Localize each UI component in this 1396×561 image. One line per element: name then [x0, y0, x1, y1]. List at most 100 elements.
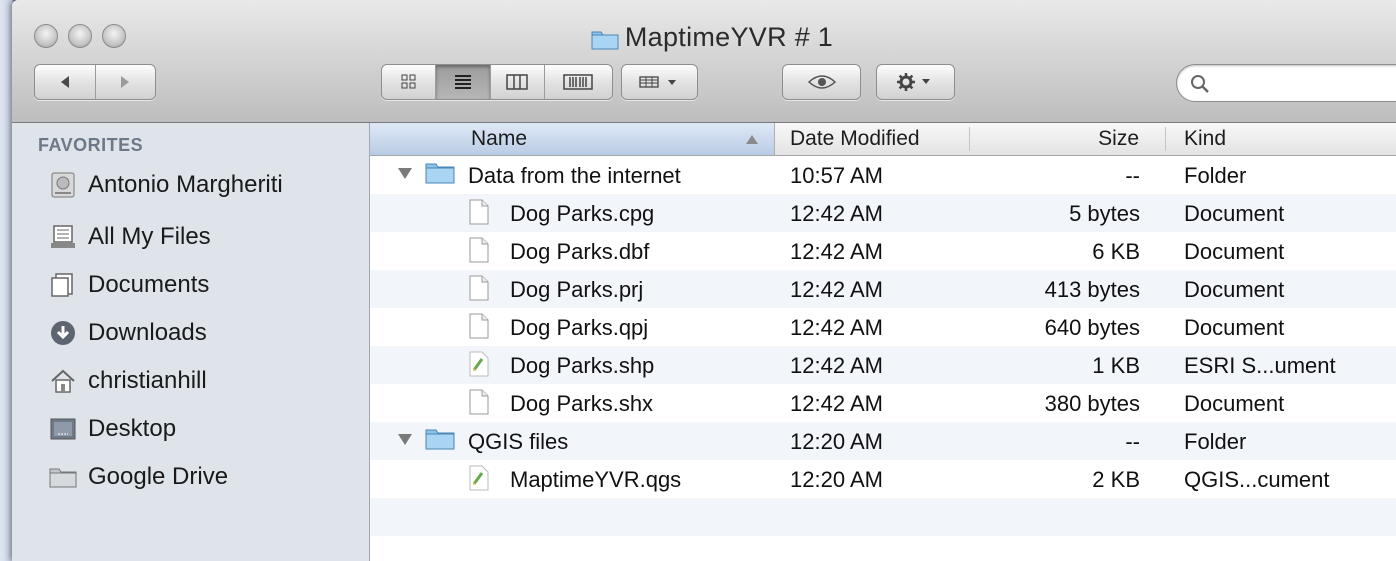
sidebar-item-desktop[interactable]: Desktop — [48, 409, 176, 449]
file-size: 2 KB — [1092, 467, 1140, 492]
file-date: 10:57 AM — [790, 163, 883, 188]
disclosure-triangle-icon[interactable] — [398, 168, 412, 179]
window-title: MaptimeYVR # 1 — [12, 22, 1396, 57]
file-row[interactable]: Dog Parks.shp 12:42 AM 1 KB ESRI S...ument — [370, 346, 1396, 384]
file-date: 12:42 AM — [790, 201, 883, 226]
file-row[interactable]: Dog Parks.shx 12:42 AM 380 bytes Document — [370, 384, 1396, 422]
empty-row — [370, 498, 1396, 536]
sidebar-item-christianhill[interactable]: christianhill — [48, 361, 207, 401]
sidebar-item-label: Documents — [88, 271, 210, 298]
sort-ascending-icon — [746, 135, 758, 144]
quick-look-button[interactable] — [782, 64, 861, 100]
file-row[interactable]: Dog Parks.dbf 12:42 AM 6 KB Document — [370, 232, 1396, 270]
sidebar-heading: FAVORITES — [38, 135, 144, 155]
disclosure-triangle-icon[interactable] — [398, 434, 412, 445]
file-name: QGIS files — [468, 429, 569, 454]
name-column-sorted-bg — [370, 123, 775, 155]
view-mode-control — [381, 64, 613, 100]
document-icon — [468, 199, 490, 231]
sidebar-item-label: Downloads — [88, 319, 207, 346]
back-button[interactable] — [35, 65, 95, 99]
gear-icon — [896, 73, 930, 91]
cover-flow-icon — [563, 74, 594, 90]
forward-button[interactable] — [94, 65, 156, 99]
file-size: 1 KB — [1092, 353, 1140, 378]
arrange-menu-icon — [638, 76, 676, 88]
forward-arrow-icon — [121, 76, 130, 88]
eye-icon — [807, 75, 836, 89]
file-row[interactable]: Dog Parks.qpj 12:42 AM 640 bytes Document — [370, 308, 1396, 346]
document-icon — [468, 275, 490, 307]
folder-icon — [425, 161, 455, 191]
file-date: 12:42 AM — [790, 277, 883, 302]
file-kind: Document — [1184, 277, 1285, 302]
file-size: -- — [1125, 429, 1140, 454]
file-name: Dog Parks.shx — [510, 391, 654, 416]
file-size: 5 bytes — [1069, 201, 1140, 226]
file-name: Dog Parks.prj — [510, 277, 644, 302]
sidebar-item-label: Desktop — [88, 415, 177, 442]
file-kind: QGIS...cument — [1184, 467, 1330, 492]
column-header: Name Date Modified Size Kind — [370, 123, 1396, 156]
sidebar-item-label: christianhill — [88, 367, 207, 394]
finder-window: MaptimeYVR # 1 FAVORITES Antonio Margher… — [12, 0, 1396, 561]
file-kind: Document — [1184, 201, 1285, 226]
sidebar-item-downloads[interactable]: Downloads — [48, 313, 207, 353]
arrange-button[interactable] — [621, 64, 698, 100]
sidebar: FAVORITES Antonio Margheriti All My File… — [12, 123, 370, 561]
search-field — [1176, 64, 1396, 102]
gis-document-icon — [468, 351, 490, 383]
file-size: 413 bytes — [1044, 277, 1140, 302]
folder-icon — [48, 462, 78, 492]
column-header-name[interactable]: Name — [471, 127, 527, 151]
document-icon — [468, 313, 490, 345]
file-size: 380 bytes — [1044, 391, 1140, 416]
file-row[interactable]: MaptimeYVR.qgs 12:20 AM 2 KB QGIS...cument — [370, 460, 1396, 498]
file-kind: Document — [1184, 239, 1285, 264]
column-header-kind[interactable]: Kind — [1184, 127, 1226, 151]
file-name: MaptimeYVR.qgs — [510, 467, 682, 492]
sidebar-item-google-drive[interactable]: Google Drive — [48, 457, 228, 497]
file-date: 12:42 AM — [790, 391, 883, 416]
column-view-button[interactable] — [489, 65, 544, 99]
gis-document-icon — [468, 465, 490, 497]
sidebar-item-all-my-files[interactable]: All My Files — [48, 217, 211, 257]
file-kind: Document — [1184, 315, 1285, 340]
file-kind: Document — [1184, 391, 1285, 416]
sidebar-item-antonio-margheriti[interactable]: Antonio Margheriti — [48, 165, 283, 205]
file-date: 12:42 AM — [790, 353, 883, 378]
window-title-text: MaptimeYVR # 1 — [624, 22, 834, 52]
file-date: 12:42 AM — [790, 239, 883, 264]
column-view-icon — [506, 74, 528, 90]
sidebar-item-documents[interactable]: Documents — [48, 265, 209, 305]
file-size: 6 KB — [1092, 239, 1140, 264]
column-header-date[interactable]: Date Modified — [790, 127, 920, 151]
file-name: Data from the internet — [468, 163, 681, 188]
search-input[interactable] — [1217, 71, 1396, 97]
file-list: Name Date Modified Size Kind Data from t… — [370, 123, 1396, 561]
sidebar-item-label: Antonio Margheriti — [88, 171, 283, 198]
folder-row[interactable]: QGIS files 12:20 AM -- Folder — [370, 422, 1396, 460]
home-icon — [48, 366, 78, 396]
nav-buttons — [34, 64, 156, 100]
folder-row[interactable]: Data from the internet 10:57 AM -- Folder — [370, 156, 1396, 194]
search-icon — [1191, 75, 1209, 93]
cover-flow-button[interactable] — [543, 65, 612, 99]
file-kind: Folder — [1184, 429, 1247, 454]
file-size: -- — [1125, 163, 1140, 188]
hard-drive-icon — [48, 170, 78, 200]
list-view-button[interactable] — [435, 65, 490, 99]
toolbar: MaptimeYVR # 1 — [12, 0, 1396, 123]
downloads-icon — [48, 318, 78, 348]
all-files-icon — [48, 222, 78, 252]
file-row[interactable]: Dog Parks.prj 12:42 AM 413 bytes Document — [370, 270, 1396, 308]
icon-view-button[interactable] — [382, 65, 435, 99]
folder-icon — [591, 26, 619, 57]
column-header-size[interactable]: Size — [1079, 127, 1139, 151]
column-divider — [969, 127, 970, 151]
back-arrow-icon — [60, 76, 69, 88]
file-kind: ESRI S...ument — [1184, 353, 1336, 378]
action-button[interactable] — [876, 64, 955, 100]
file-name: Dog Parks.shp — [510, 353, 655, 378]
file-row[interactable]: Dog Parks.cpg 12:42 AM 5 bytes Document — [370, 194, 1396, 232]
